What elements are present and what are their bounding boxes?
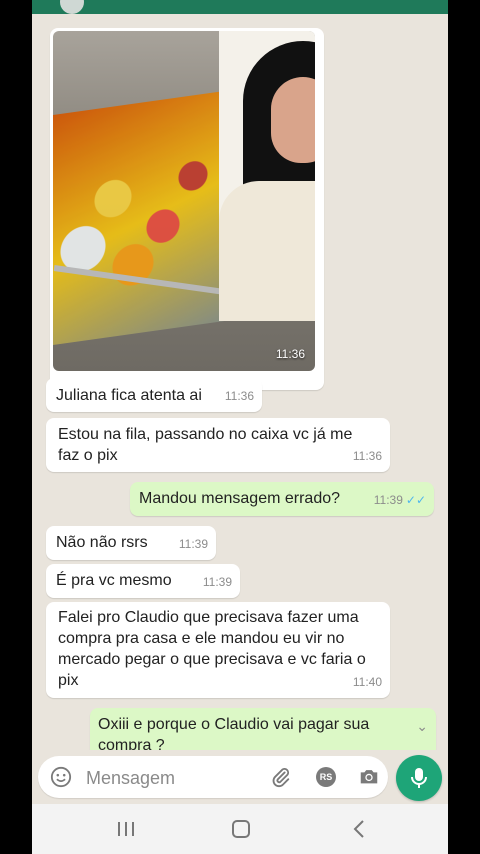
- image-message[interactable]: 11:36: [50, 28, 324, 390]
- attach-clip-icon[interactable]: [270, 766, 292, 788]
- chat-header[interactable]: [32, 0, 448, 14]
- message-text: Oxiii e porque o Claudio vai pagar sua c…: [98, 716, 370, 750]
- selfie-blouse: [219, 181, 315, 321]
- message-time: 11:36: [352, 449, 382, 463]
- message-time: 11:40: [352, 675, 382, 689]
- message-time: 11:39: [178, 537, 208, 551]
- mic-icon: [411, 768, 427, 788]
- camera-icon[interactable]: [358, 766, 380, 788]
- message-bubble-incoming[interactable]: Estou na fila, passando no caixa vc já m…: [46, 418, 390, 472]
- read-ticks-icon: ✓✓: [405, 493, 426, 507]
- message-text: Não não rsrs: [56, 534, 148, 551]
- message-bubble-incoming[interactable]: Juliana fica atenta ai 11:36: [46, 378, 262, 412]
- avatar[interactable]: [60, 0, 84, 14]
- message-text: Juliana fica atenta ai: [56, 387, 202, 404]
- recents-icon[interactable]: [114, 818, 138, 840]
- shopping-cart-photo[interactable]: 11:36: [53, 31, 315, 371]
- message-text: Falei pro Claudio que precisava fazer um…: [58, 609, 366, 689]
- message-bubble-incoming[interactable]: Não não rsrs 11:39: [46, 526, 216, 560]
- selfie-image: [219, 31, 315, 321]
- message-bubble-outgoing[interactable]: Mandou mensagem errado? 11:39 ✓✓: [130, 482, 434, 516]
- message-text: É pra vc mesmo: [56, 572, 172, 589]
- rs-icon[interactable]: RS: [316, 767, 336, 787]
- selfie-face: [271, 77, 315, 163]
- mic-button[interactable]: [396, 755, 442, 801]
- phone-screen: 11:36 Juliana fica atenta ai 11:36 Estou…: [32, 0, 448, 854]
- android-nav-bar: [32, 804, 448, 854]
- message-text: Mandou mensagem errado?: [139, 490, 341, 507]
- message-time-value: 11:39: [373, 493, 403, 507]
- message-input-container[interactable]: RS: [38, 756, 388, 798]
- message-time: 11:36: [275, 347, 305, 361]
- message-time: 11:36: [224, 389, 254, 403]
- home-icon[interactable]: [229, 818, 253, 840]
- message-input[interactable]: [84, 764, 258, 792]
- message-input-bar: RS: [32, 750, 448, 804]
- back-icon[interactable]: [348, 818, 372, 840]
- message-time: 11:39: [202, 575, 232, 589]
- message-text: Estou na fila, passando no caixa vc já m…: [58, 426, 353, 464]
- emoji-icon[interactable]: [50, 766, 72, 788]
- message-bubble-outgoing[interactable]: Oxiii e porque o Claudio vai pagar sua c…: [90, 708, 436, 750]
- message-time: 11:39 ✓✓: [374, 490, 426, 511]
- message-bubble-incoming[interactable]: Falei pro Claudio que precisava fazer um…: [46, 602, 390, 698]
- scroll-down-chevron-icon[interactable]: ⌄: [416, 716, 428, 737]
- chat-area[interactable]: 11:36 Juliana fica atenta ai 11:36 Estou…: [32, 14, 448, 750]
- message-bubble-incoming[interactable]: É pra vc mesmo 11:39: [46, 564, 240, 598]
